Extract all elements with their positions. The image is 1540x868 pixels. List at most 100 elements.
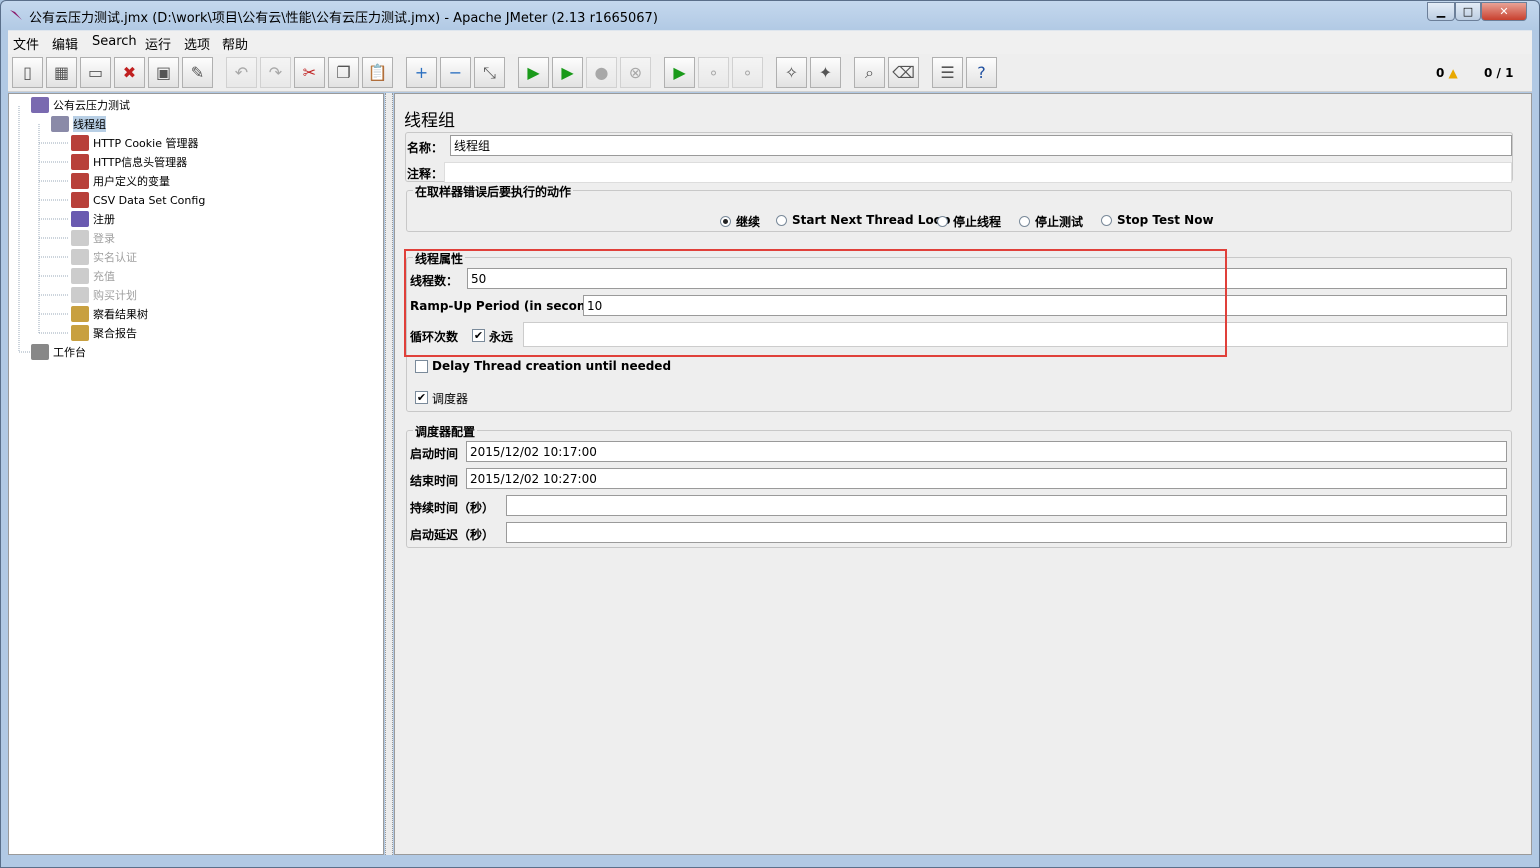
menu-options[interactable]: 选项 [184,34,210,53]
warning-icon: ▲ [1448,66,1458,80]
toggle-icon: ⤡ [483,62,496,82]
workbench-icon [31,344,49,360]
comment-input[interactable] [444,162,1512,183]
save-button[interactable]: ▣ [148,57,179,88]
sampler-icon [71,230,89,246]
search-button[interactable]: ⌕ [854,57,885,88]
paste-icon: 📋 [367,63,388,82]
tree-node[interactable]: 聚合报告 [71,325,137,341]
paste-button[interactable]: 📋 [362,57,393,88]
remote-shutdown-button[interactable]: ∘ [732,57,763,88]
tree-node[interactable]: 公有云压力测试 [31,97,130,113]
tree-node[interactable]: CSV Data Set Config [71,192,205,208]
tree-node-label: 购买计划 [93,289,137,302]
split-pane-divider[interactable] [385,93,393,855]
radio-label: 停止线程 [953,215,1002,229]
duration-input[interactable] [506,495,1507,516]
sampler-icon [71,211,89,227]
tree-node[interactable]: 实名认证 [71,249,137,265]
tree-node-label: 工作台 [53,346,86,359]
tree-node-label: CSV Data Set Config [93,193,206,207]
function-helper-button[interactable]: ☰ [932,57,963,88]
comment-label: 注释： [407,167,444,181]
tree-node[interactable]: 用户定义的变量 [71,173,170,189]
error-action-radio[interactable]: 停止测试 [1019,213,1083,230]
tree-node[interactable]: HTTP Cookie 管理器 [71,135,198,151]
remote-start-icon: ▶ [673,63,686,82]
error-action-radio[interactable]: 继续 [720,213,760,230]
sampler-icon [71,268,89,284]
error-action-radio[interactable]: 停止线程 [937,213,1001,230]
collapse-button[interactable]: − [440,57,471,88]
radio-indicator [937,216,948,227]
stop-button[interactable]: ● [586,57,617,88]
tree-node[interactable]: 工作台 [31,344,86,360]
window-title: 公有云压力测试.jmx (D:\work\项目\公有云\性能\公有云压力测试.j… [29,11,658,26]
thread-group-icon [51,116,69,132]
start-time-input[interactable] [466,441,1507,462]
start-button[interactable]: ▶ [518,57,549,88]
new-button[interactable]: ▯ [12,57,43,88]
close-icon: ✖ [122,63,137,82]
remote-start-button[interactable]: ▶ [664,57,695,88]
config-element-icon [71,192,89,208]
tree-node[interactable]: HTTP信息头管理器 [71,154,187,170]
menu-search[interactable]: Search [92,34,137,49]
tree-node[interactable]: 登录 [71,230,115,246]
menu-run[interactable]: 运行 [145,34,171,53]
expand-icon: + [414,63,429,82]
tree-node-label: 察看结果树 [93,308,148,321]
reset-search-icon: ⌫ [892,63,915,82]
config-element-icon [71,173,89,189]
tree-node-label: 注册 [93,213,115,226]
name-input[interactable] [450,135,1512,156]
maximize-button[interactable]: □ [1455,2,1481,21]
save-as-button[interactable]: ✎ [182,57,213,88]
open-icon: ▭ [87,63,104,82]
end-time-input[interactable] [466,468,1507,489]
cut-icon: ✂ [302,63,317,82]
delay-thread-checkbox[interactable] [415,360,428,373]
undo-button[interactable]: ↶ [226,57,257,88]
radio-indicator [1019,216,1030,227]
clear-all-button[interactable]: ✦ [810,57,841,88]
reset-search-button[interactable]: ⌫ [888,57,919,88]
shutdown-button[interactable]: ⊗ [620,57,651,88]
error-action-radio[interactable]: Stop Test Now [1101,213,1214,227]
close-button[interactable]: ✖ [114,57,145,88]
minimize-button[interactable]: ▁ [1427,2,1455,21]
start-no-pause-icon: ▶ [561,63,574,82]
start-icon: ▶ [527,63,540,82]
open-button[interactable]: ▭ [80,57,111,88]
clear-icon: ✧ [784,63,799,82]
search-icon: ⌕ [865,62,874,82]
error-action-radio[interactable]: Start Next Thread Loop [776,213,951,227]
tree-node[interactable]: 充值 [71,268,115,284]
tree-node[interactable]: 购买计划 [71,287,137,303]
tree-node[interactable]: 线程组 [51,116,106,132]
clear-button[interactable]: ✧ [776,57,807,88]
radio-label: Start Next Thread Loop [792,213,951,227]
shutdown-icon: ⊗ [628,63,643,82]
scheduler-checkbox[interactable]: ✔ [415,391,428,404]
tree-node[interactable]: 察看结果树 [71,306,148,322]
startup-delay-label: 启动延迟（秒） [410,528,495,542]
menu-edit[interactable]: 编辑 [52,34,78,53]
radio-indicator [720,216,731,227]
cut-button[interactable]: ✂ [294,57,325,88]
panel-heading: 线程组 [404,111,455,131]
help-button[interactable]: ? [966,57,997,88]
listener-icon [71,325,89,341]
templates-button[interactable]: ▦ [46,57,77,88]
close-button[interactable]: ✕ [1481,2,1527,21]
expand-button[interactable]: + [406,57,437,88]
copy-button[interactable]: ❐ [328,57,359,88]
toggle-button[interactable]: ⤡ [474,57,505,88]
menu-help[interactable]: 帮助 [222,34,248,53]
start-no-pause-button[interactable]: ▶ [552,57,583,88]
redo-button[interactable]: ↷ [260,57,291,88]
menu-file[interactable]: 文件 [13,34,39,53]
tree-node[interactable]: 注册 [71,211,115,227]
startup-delay-input[interactable] [506,522,1507,543]
remote-stop-button[interactable]: ∘ [698,57,729,88]
